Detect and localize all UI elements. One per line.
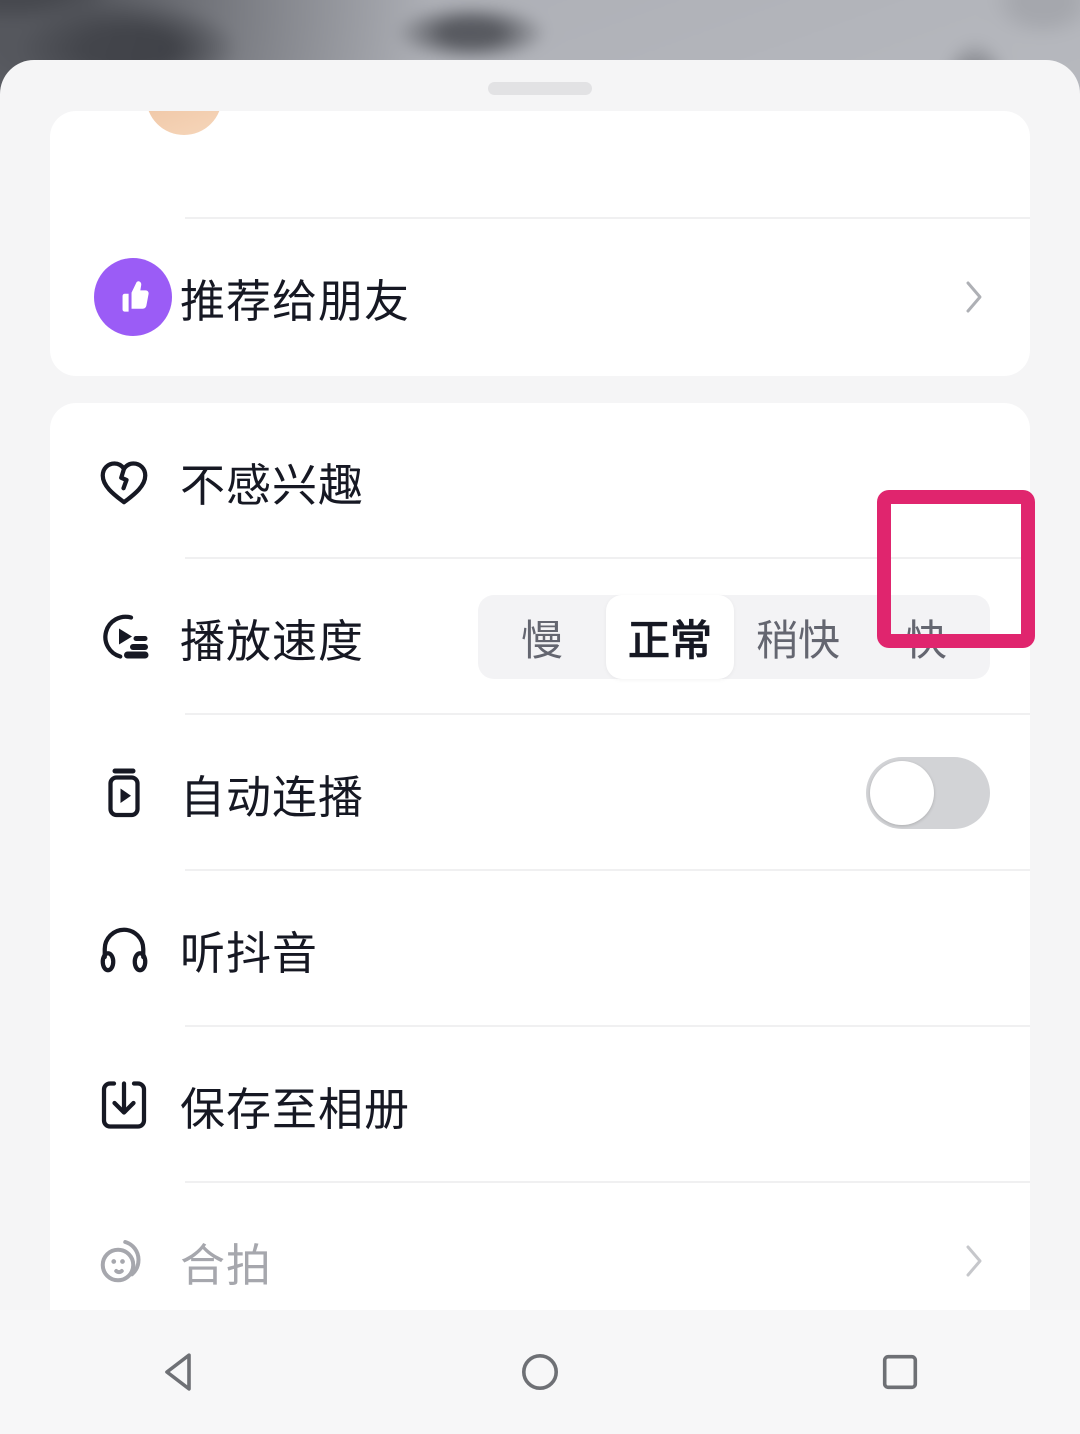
row-label: 推荐给朋友: [180, 275, 411, 327]
speed-option-slightly-fast[interactable]: 稍快: [734, 595, 862, 679]
share-card: 推荐给朋友: [50, 111, 1030, 376]
sheet-drag-handle[interactable]: [488, 82, 592, 95]
chevron-right-icon[interactable]: [964, 279, 984, 315]
auto-play-toggle[interactable]: [866, 757, 990, 829]
share-targets-row[interactable]: [50, 111, 1030, 219]
download-icon: [94, 1075, 180, 1135]
row-label: 听抖音: [180, 927, 319, 979]
broken-heart-icon: [94, 451, 180, 511]
actions-card: 不感兴趣 播放速度 慢 正常 稍快 快 自动连播 听抖音 保存至相册 合拍: [50, 403, 1030, 1310]
android-navigation-bar: [0, 1310, 1080, 1434]
speed-option-fast[interactable]: 快: [862, 595, 990, 679]
playback-speed-icon: [94, 607, 180, 667]
row-save-to-album[interactable]: 保存至相册: [50, 1027, 1030, 1183]
duet-icon: [94, 1231, 180, 1291]
row-not-interested[interactable]: 不感兴趣: [50, 403, 1030, 559]
avatar[interactable]: [146, 111, 222, 135]
playback-speed-segmented-control[interactable]: 慢 正常 稍快 快: [478, 595, 990, 679]
toggle-knob: [870, 761, 934, 825]
home-button[interactable]: [480, 1310, 600, 1434]
recents-button[interactable]: [840, 1310, 960, 1434]
row-label: 保存至相册: [180, 1083, 411, 1135]
row-label: 自动连播: [180, 771, 365, 823]
row-label: 播放速度: [180, 615, 365, 667]
row-auto-play[interactable]: 自动连播: [50, 715, 1030, 871]
thumbs-up-icon: [94, 258, 180, 336]
chevron-right-icon[interactable]: [964, 1243, 984, 1279]
screen: 推荐给朋友 不感兴趣 播放速度 慢 正常 稍快 快 自动连播 听抖音 保存至相册…: [0, 0, 1080, 1434]
row-label: 合拍: [180, 1239, 273, 1291]
speed-option-slow[interactable]: 慢: [478, 595, 606, 679]
auto-play-icon: [94, 763, 180, 823]
row-listen-mode[interactable]: 听抖音: [50, 871, 1030, 1027]
row-recommend-to-friends[interactable]: 推荐给朋友: [50, 219, 1030, 375]
row-playback-speed[interactable]: 播放速度 慢 正常 稍快 快: [50, 559, 1030, 715]
row-label: 不感兴趣: [180, 459, 365, 511]
row-duet[interactable]: 合拍: [50, 1183, 1030, 1310]
bottom-sheet: 推荐给朋友 不感兴趣 播放速度 慢 正常 稍快 快 自动连播 听抖音 保存至相册…: [0, 60, 1080, 1310]
speed-option-normal[interactable]: 正常: [606, 595, 734, 679]
sheet-scroll-area[interactable]: 推荐给朋友 不感兴趣 播放速度 慢 正常 稍快 快 自动连播 听抖音 保存至相册…: [0, 111, 1080, 1310]
back-button[interactable]: [120, 1310, 240, 1434]
headphones-icon: [94, 919, 180, 979]
